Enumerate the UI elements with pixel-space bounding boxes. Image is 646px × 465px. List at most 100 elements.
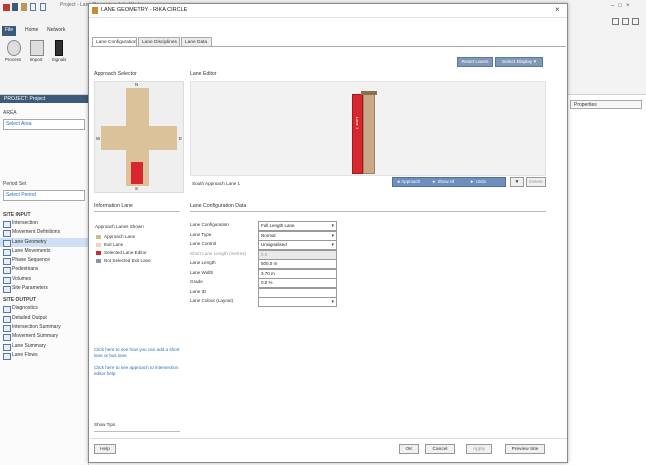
tab-lane-disciplines[interactable]: Lane Disciplines — [138, 37, 180, 46]
config-row: Lane ID — [190, 287, 340, 298]
show-all-button[interactable]: ► Show All — [432, 179, 454, 184]
reset-lanes-button[interactable]: Reset Lanes — [457, 57, 493, 67]
nav-item[interactable]: Lane Movements — [0, 247, 88, 256]
select-display-button[interactable]: Select Display ▾ — [495, 57, 543, 67]
lane-top-marker — [361, 91, 377, 95]
nav-item-icon — [3, 343, 11, 351]
app-menu-icon[interactable] — [3, 4, 10, 11]
ribbon-button-signals[interactable]: Signals — [48, 40, 70, 70]
legend-swatch — [96, 251, 101, 255]
nav-item[interactable]: Pedestrians — [0, 265, 88, 275]
help-icons[interactable] — [612, 18, 642, 26]
ribbon-tab-network[interactable]: Network — [44, 26, 68, 36]
properties-tab[interactable]: Properties — [570, 100, 642, 109]
nav-item-label: Volumes — [12, 275, 32, 282]
config-row: Lane Colour (Layout) — [190, 297, 340, 307]
apply-button[interactable]: Apply — [466, 444, 492, 454]
information-heading: Information Lane — [94, 203, 133, 209]
config-label: Lane Control — [190, 241, 217, 246]
config-label: Lane ID — [190, 288, 207, 294]
short-lane-help-link[interactable]: Click here to see how you can add a shor… — [94, 347, 180, 359]
period-select[interactable]: Select Period — [3, 190, 85, 201]
config-input[interactable]: 0.0 % — [258, 278, 337, 288]
project-panel-title: PROJECT: Project — [0, 95, 88, 103]
nav-item[interactable]: Phase Sequence — [0, 256, 88, 266]
window-controls[interactable]: –□× — [611, 3, 643, 9]
save-icon[interactable] — [12, 3, 18, 11]
config-label: Lane Width — [190, 269, 214, 275]
selected-lane[interactable]: Lane 1 — [352, 94, 363, 174]
ribbon-button-process[interactable]: Process — [2, 40, 24, 70]
config-input[interactable]: 0.0 — [258, 249, 337, 260]
nav-item[interactable]: Movement Summary — [0, 332, 88, 342]
tab-lane-configuration[interactable]: Lane Configuration — [92, 37, 137, 46]
help-button[interactable]: Help — [94, 444, 116, 454]
legend-title: Approach Lanes Shown — [95, 224, 144, 229]
area-select[interactable]: Select Area — [3, 119, 85, 130]
lane-configuration-form: Lane ConfigurationFull Length LaneLane T… — [190, 221, 340, 307]
nav-item-label: Lane Movements — [12, 247, 51, 254]
move-down-button[interactable]: ▼ — [510, 177, 524, 187]
legend-item: Selected Lane Editor — [95, 249, 181, 257]
area-label: AREA — [3, 110, 17, 116]
approach-help-link[interactable]: Click here to see approach to intersecti… — [94, 365, 180, 377]
legend-swatch — [96, 243, 101, 247]
ribbon-tab-file[interactable]: File — [2, 26, 17, 36]
undo-nav-button[interactable]: ► Undo — [470, 179, 486, 184]
nav-item-label: Diagnostics — [12, 305, 38, 312]
config-label: Lane Configuration — [190, 222, 229, 227]
config-input[interactable] — [258, 287, 337, 298]
approach-label-east[interactable]: E — [179, 136, 182, 141]
nav-item[interactable]: Diagnostics — [0, 304, 88, 314]
redo-icon[interactable] — [40, 3, 46, 11]
show-tips-toggle[interactable]: Show Tips — [94, 422, 144, 427]
open-icon[interactable] — [21, 3, 27, 11]
nav-item[interactable]: Volumes — [0, 275, 88, 284]
legend-label: Approach Lane — [104, 234, 136, 239]
config-label: Grade — [190, 279, 203, 284]
undo-icon[interactable] — [30, 3, 36, 11]
tab-lane-data[interactable]: Lane Data — [181, 37, 212, 46]
config-row: Lane Width 3.70 m — [190, 268, 340, 279]
nav-item[interactable]: Intersection Summary — [0, 323, 88, 332]
config-input[interactable]: 500.0 m — [258, 259, 337, 269]
config-dropdown[interactable] — [258, 297, 337, 307]
selected-approach-south[interactable] — [131, 162, 143, 184]
ok-button[interactable]: OK — [399, 444, 419, 454]
ribbon-button-import[interactable]: Import — [25, 40, 47, 70]
approach-label-north[interactable]: N — [135, 82, 138, 87]
legend-label: Selected Lane Editor — [104, 250, 147, 255]
nav-item-label: Movement Summary — [12, 333, 59, 340]
nav-item[interactable]: Movement Definitions — [0, 228, 88, 238]
nav-item[interactable]: Lane Flows — [0, 351, 88, 360]
delete-lane-button[interactable]: Delete — [526, 177, 546, 187]
tab-underline — [91, 46, 566, 47]
config-input[interactable]: 3.70 m — [258, 268, 337, 279]
maximize-button[interactable]: □ — [618, 3, 626, 9]
config-dropdown[interactable]: Normal — [258, 230, 337, 241]
approach-nav-button[interactable]: ◄ Approach — [396, 179, 420, 184]
approach-label-south[interactable]: S — [135, 186, 138, 191]
preview-site-button[interactable]: Preview Site — [505, 444, 545, 454]
config-row: Lane Length 500.0 m — [190, 259, 340, 269]
nav-item[interactable]: Detailed Output — [0, 314, 88, 323]
site-input-list: Intersection Movement Definitions Lane Geo… — [0, 219, 88, 294]
nav-item-icon — [3, 276, 11, 284]
exit-lane[interactable] — [363, 94, 375, 174]
dialog-close-button[interactable]: × — [555, 5, 560, 14]
ribbon-tab-home[interactable]: Home — [22, 26, 41, 36]
nav-item-icon — [3, 324, 11, 332]
nav-item[interactable]: Site Parameters — [0, 284, 88, 294]
close-app-button[interactable]: × — [626, 3, 634, 9]
legend-label: Exit Lane — [104, 242, 124, 247]
config-dropdown[interactable]: Unsignalised — [258, 240, 337, 250]
dialog-app-icon — [92, 7, 98, 14]
approach-label-west[interactable]: W — [96, 136, 100, 141]
nav-item[interactable]: Lane Geometry — [0, 237, 88, 247]
nav-item[interactable]: Intersection — [0, 219, 88, 228]
config-dropdown[interactable]: Full Length Lane — [258, 221, 337, 231]
nav-item[interactable]: Lane Summary — [0, 342, 88, 351]
nav-item-label: Lane Summary — [12, 342, 46, 349]
cancel-button[interactable]: Cancel — [425, 444, 455, 454]
config-label: Lane Colour (Layout) — [190, 298, 234, 303]
